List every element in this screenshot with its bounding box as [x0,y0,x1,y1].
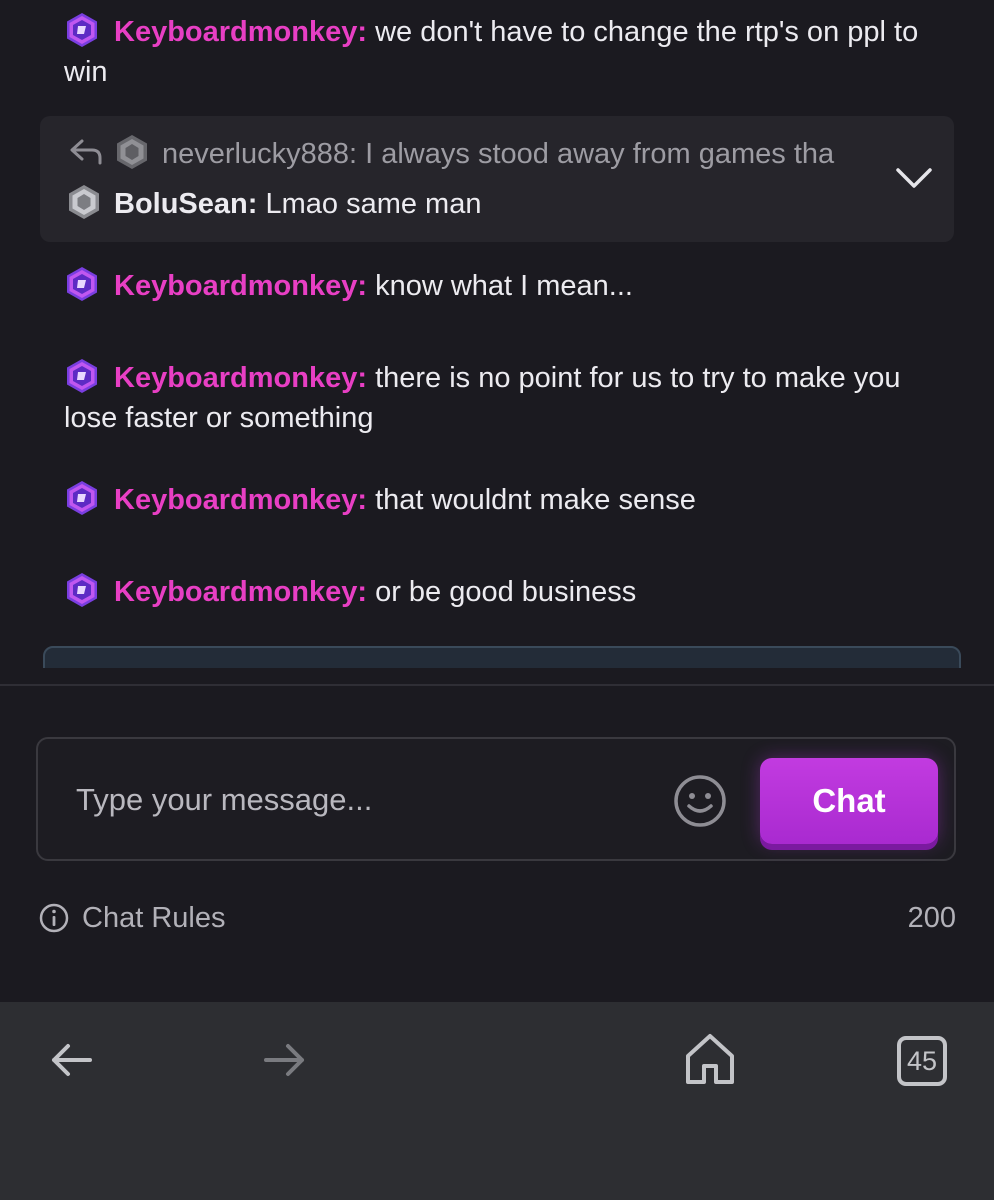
next-message-card [43,646,961,668]
chat-feed[interactable]: Keyboardmonkey: we don't have to change … [0,0,994,668]
message-username[interactable]: Keyboardmonkey: [114,16,367,48]
message-username[interactable]: Keyboardmonkey: [114,270,367,302]
forward-arrow-icon[interactable] [262,1040,308,1080]
rank-badge-icon [64,358,100,394]
chat-message: Keyboardmonkey: we don't have to change … [64,12,944,92]
info-icon [39,903,69,933]
back-arrow-icon[interactable] [48,1040,94,1080]
message-composer: Chat [36,737,956,861]
reply-arrow-icon [70,139,102,165]
chevron-down-icon[interactable] [894,164,934,192]
reply-message: BoluSean: Lmao same man [66,184,886,224]
message-input[interactable] [74,769,638,831]
reply-username[interactable]: BoluSean: [114,188,257,220]
message-username[interactable]: Keyboardmonkey: [114,576,367,608]
home-icon[interactable] [684,1032,736,1086]
rank-badge-icon [64,480,100,516]
message-text: or be good business [375,576,637,608]
rank-badge-icon [64,572,100,608]
quoted-message: neverlucky888: I always stood away from … [68,134,888,174]
composer-divider [0,684,994,686]
rank-badge-icon [64,266,100,302]
smiley-icon[interactable] [672,773,728,829]
message-username[interactable]: Keyboardmonkey: [114,362,367,394]
rank-badge-icon [66,184,102,220]
quoted-username: neverlucky888: [162,138,358,170]
browser-toolbar: 45 [0,1002,994,1200]
chat-message: Keyboardmonkey: that wouldnt make sense [64,480,944,520]
quoted-text: I always stood away from games tha [365,138,835,170]
chat-rules-link[interactable]: Chat Rules [38,898,225,938]
character-limit: 200 [907,902,956,934]
reply-message-card[interactable]: neverlucky888: I always stood away from … [40,116,954,242]
rank-badge-icon [64,12,100,48]
chat-rules-label: Chat Rules [82,901,226,934]
chat-message: Keyboardmonkey: or be good business [64,572,944,612]
chat-message: Keyboardmonkey: there is no point for us… [64,358,944,438]
chat-message: Keyboardmonkey: know what I mean... [64,266,944,306]
rank-badge-icon [114,134,150,170]
reply-text: Lmao same man [265,188,482,220]
tabs-count-button[interactable]: 45 [897,1036,947,1086]
message-text: know what I mean... [375,270,633,302]
send-chat-button[interactable]: Chat [760,758,938,844]
message-text: that wouldnt make sense [375,484,696,516]
message-username[interactable]: Keyboardmonkey: [114,484,367,516]
